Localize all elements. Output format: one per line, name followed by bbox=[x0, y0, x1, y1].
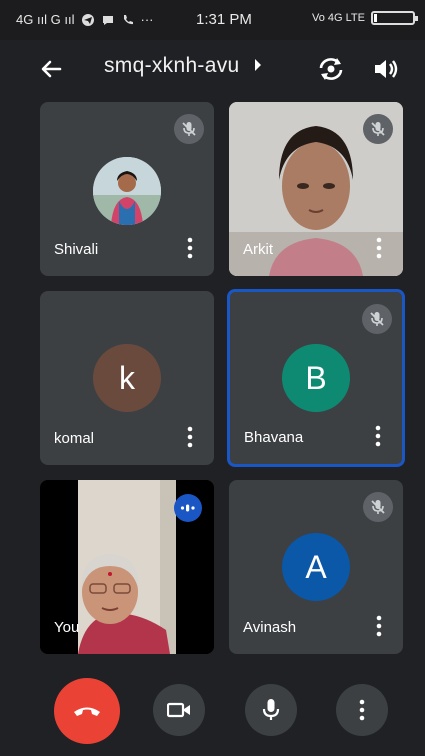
participant-name: Avinash bbox=[243, 619, 297, 636]
switch-camera-icon[interactable] bbox=[315, 54, 347, 84]
more-options-icon[interactable] bbox=[373, 236, 385, 260]
back-arrow-icon[interactable] bbox=[36, 54, 66, 84]
caret-right-icon[interactable] bbox=[253, 58, 263, 72]
avatar-letter: A bbox=[282, 533, 350, 601]
participant-tile-komal[interactable]: k komal bbox=[40, 291, 214, 465]
more-status-icon: ··· bbox=[140, 12, 154, 27]
call-controls bbox=[0, 670, 425, 756]
participant-tile-bhavana[interactable]: B Bhavana bbox=[227, 289, 405, 467]
participant-name: You bbox=[54, 619, 80, 636]
clock: 1:31 PM bbox=[196, 11, 252, 28]
mic-off-icon bbox=[174, 114, 204, 144]
participant-tile-avinash[interactable]: A Avinash bbox=[229, 480, 403, 654]
status-right: Vo 4G LTE bbox=[312, 11, 418, 25]
speaking-indicator-icon bbox=[174, 494, 202, 522]
battery-icon bbox=[371, 11, 418, 25]
camera-toggle-button[interactable] bbox=[153, 684, 205, 736]
mic-off-icon bbox=[363, 492, 393, 522]
speaker-icon[interactable] bbox=[370, 54, 402, 84]
participant-name: Shivali bbox=[54, 241, 99, 258]
phone-status-icon bbox=[123, 14, 133, 24]
hang-up-icon bbox=[74, 707, 100, 716]
participant-name: komal bbox=[54, 430, 95, 447]
status-left: 4G ııl G ııl ··· bbox=[16, 12, 154, 27]
participant-name: Bhavana bbox=[244, 429, 304, 446]
mic-off-icon bbox=[362, 304, 392, 334]
mic-off-icon bbox=[363, 114, 393, 144]
status-bar: 4G ııl G ııl ··· 1:31 PM Vo 4G LTE bbox=[0, 0, 425, 40]
chat-icon bbox=[102, 15, 113, 25]
telegram-icon bbox=[81, 13, 94, 26]
meeting-code[interactable]: smq-xknh-avu bbox=[104, 54, 239, 78]
participant-tile-self[interactable]: You bbox=[40, 480, 214, 654]
participant-name: Arkit bbox=[243, 241, 273, 258]
end-call-button[interactable] bbox=[54, 678, 120, 744]
participant-tile-shivali[interactable]: Shivali bbox=[40, 102, 214, 276]
microphone-toggle-button[interactable] bbox=[245, 684, 297, 736]
more-options-icon[interactable] bbox=[373, 614, 385, 638]
more-options-icon[interactable] bbox=[372, 424, 384, 448]
avatar-photo bbox=[93, 157, 161, 225]
video-camera-icon bbox=[167, 702, 190, 718]
more-options-icon[interactable] bbox=[184, 425, 196, 449]
network-type-label: Vo 4G LTE bbox=[312, 12, 365, 24]
meeting-header: smq-xknh-avu bbox=[0, 40, 425, 98]
more-options-icon[interactable] bbox=[184, 236, 196, 260]
participant-tile-arkit[interactable]: Arkit bbox=[229, 102, 403, 276]
microphone-icon bbox=[262, 699, 280, 720]
avatar-letter: k bbox=[93, 344, 161, 412]
avatar-letter: B bbox=[282, 344, 350, 412]
vertical-dots-icon bbox=[359, 699, 365, 721]
signal-text: 4G ııl G ııl bbox=[16, 12, 75, 27]
more-options-button[interactable] bbox=[336, 684, 388, 736]
